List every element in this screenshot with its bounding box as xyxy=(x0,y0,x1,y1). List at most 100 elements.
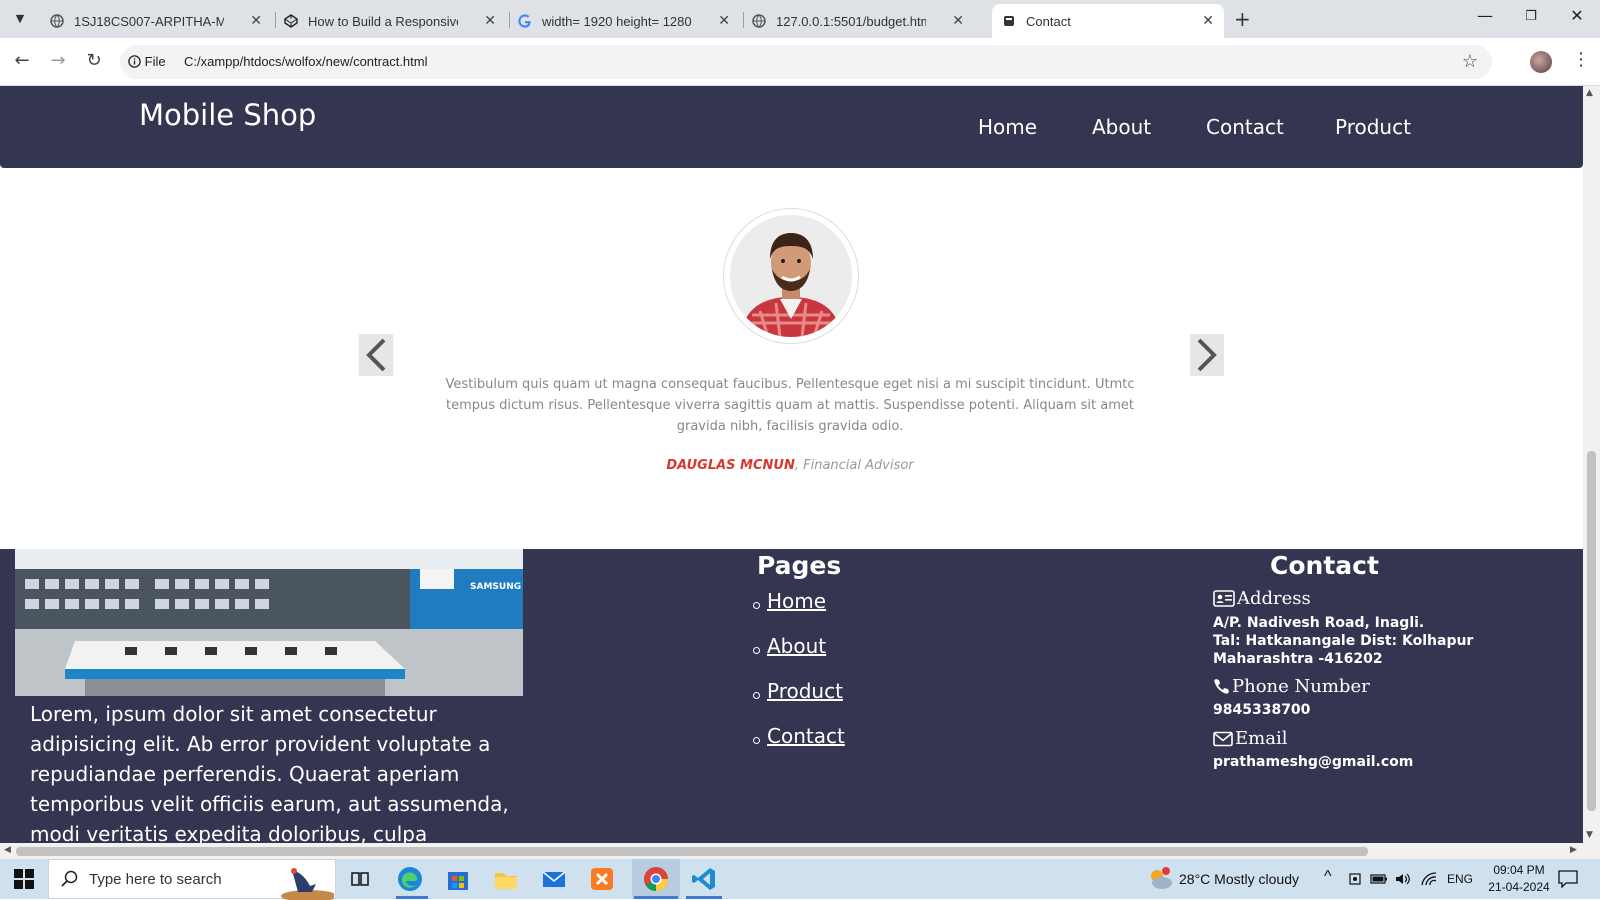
mail-icon[interactable] xyxy=(540,865,568,893)
scrollbar-thumb[interactable] xyxy=(16,847,1368,856)
address-line: A/P. Nadivesh Road, Inagli. xyxy=(1213,615,1425,631)
tab-title: How to Build a Responsive Bo xyxy=(308,14,458,29)
footer-link-home[interactable]: Home xyxy=(767,589,826,613)
author-role: , Financial Advisor xyxy=(794,458,914,473)
restore-button[interactable]: ❐ xyxy=(1516,9,1546,24)
tab-pdf[interactable]: 1SJ18CS007-ARPITHA-M.pdf ✕ xyxy=(40,4,272,38)
footer-page-item: About xyxy=(750,634,845,679)
xampp-icon[interactable] xyxy=(588,865,616,893)
weather-cloud-icon[interactable] xyxy=(1146,866,1174,892)
site-info-button[interactable]: File xyxy=(128,54,166,69)
scrollbar-thumb[interactable] xyxy=(1587,451,1596,811)
footer-link-about[interactable]: About xyxy=(767,634,826,658)
tab-title: 1SJ18CS007-ARPITHA-M.pdf xyxy=(74,14,224,29)
phone-heading: Phone Number xyxy=(1213,676,1370,697)
phone-number: 9845338700 xyxy=(1213,702,1311,718)
profile-avatar[interactable] xyxy=(1530,51,1552,73)
tray-chevron-up-icon[interactable]: ^ xyxy=(1324,868,1332,886)
footer-about-text: Lorem, ipsum dolor sit amet consectetur … xyxy=(30,702,509,843)
battery-icon[interactable] xyxy=(1370,872,1388,886)
clock-date: 21-04-2024 xyxy=(1488,880,1550,894)
bookmark-star-icon[interactable]: ☆ xyxy=(1462,51,1478,72)
language-indicator[interactable]: ENG xyxy=(1447,872,1473,886)
weather-text[interactable]: 28°C Mostly cloudy xyxy=(1179,871,1299,887)
edge-icon[interactable] xyxy=(396,865,424,893)
search-placeholder: Type here to search xyxy=(89,871,222,888)
close-tab-icon[interactable]: ✕ xyxy=(1202,12,1214,29)
store-icon[interactable] xyxy=(444,865,472,893)
phone-label: Phone Number xyxy=(1232,676,1370,697)
scroll-right-icon[interactable]: ▶ xyxy=(1570,845,1577,855)
nav-home[interactable]: Home xyxy=(978,115,1037,139)
close-tab-icon[interactable]: ✕ xyxy=(952,12,964,29)
reload-button[interactable]: ↻ xyxy=(82,50,106,71)
testimonial-quote: Vestibulum quis quam ut magna consequat … xyxy=(445,377,1135,434)
site-navbar: Mobile Shop Home About Contact Product xyxy=(0,86,1583,168)
close-tab-icon[interactable]: ✕ xyxy=(250,12,262,29)
new-tab-button[interactable]: + xyxy=(1234,7,1251,31)
tab-responsive[interactable]: How to Build a Responsive Bo ✕ xyxy=(274,4,506,38)
tab-title: 127.0.0.1:5501/budget.html xyxy=(776,14,926,29)
email-label: Email xyxy=(1235,728,1288,749)
footer-page-item: Home xyxy=(750,589,845,634)
page-icon xyxy=(1004,16,1014,26)
address-line: Tal: Hatkanangale Dist: Kolhapur xyxy=(1213,633,1474,649)
taskbar-clock[interactable]: 09:04 PM 21-04-2024 xyxy=(1482,862,1556,896)
chevron-left-icon xyxy=(366,338,386,372)
footer-link-product[interactable]: Product xyxy=(767,679,843,703)
codepen-icon xyxy=(284,14,298,28)
horizontal-scrollbar[interactable]: ◀ ▶ xyxy=(0,843,1600,859)
tab-contact[interactable]: Contact ✕ xyxy=(992,4,1224,38)
envelope-icon xyxy=(1213,731,1233,747)
tab-title: width= 1920 height= 1280 con xyxy=(542,14,692,29)
carousel-prev-button[interactable] xyxy=(359,334,393,376)
brand-logo[interactable]: Mobile Shop xyxy=(139,98,316,132)
pages-heading: Pages xyxy=(757,551,842,580)
toolbar: ← → ↻ File C:/xampp/htdocs/wolfox/new/co… xyxy=(0,38,1600,86)
file-explorer-icon[interactable] xyxy=(492,865,520,893)
person-photo xyxy=(730,215,852,337)
nav-about[interactable]: About xyxy=(1092,115,1151,139)
wifi-icon[interactable] xyxy=(1420,871,1438,887)
tab-budget[interactable]: 127.0.0.1:5501/budget.html ✕ xyxy=(742,4,974,38)
url-text[interactable]: C:/xampp/htdocs/wolfox/new/contract.html xyxy=(184,54,428,69)
volume-icon[interactable] xyxy=(1394,871,1412,887)
tab-google[interactable]: width= 1920 height= 1280 con ✕ xyxy=(508,4,740,38)
search-highlight-bird-icon xyxy=(281,868,334,900)
forward-button[interactable]: → xyxy=(46,50,70,71)
scroll-left-icon[interactable]: ◀ xyxy=(4,845,11,855)
tab-search-button[interactable]: ▼ xyxy=(8,8,32,30)
carousel-next-button[interactable] xyxy=(1190,334,1224,376)
minimize-button[interactable]: — xyxy=(1470,6,1500,25)
store-sign: SAMSUNG xyxy=(470,582,521,592)
close-tab-icon[interactable]: ✕ xyxy=(484,12,496,29)
task-view-icon[interactable] xyxy=(346,865,374,893)
search-icon xyxy=(61,870,78,887)
chrome-icon[interactable] xyxy=(642,865,670,893)
nav-contact[interactable]: Contact xyxy=(1206,115,1284,139)
footer-link-contact[interactable]: Contact xyxy=(767,724,845,748)
vertical-scrollbar[interactable]: ▲ ▼ xyxy=(1583,86,1600,843)
close-tab-icon[interactable]: ✕ xyxy=(718,12,730,29)
address-heading: Address xyxy=(1213,588,1311,609)
windows-start-icon[interactable] xyxy=(14,869,34,889)
address-card-icon xyxy=(1213,590,1235,607)
google-icon xyxy=(518,14,531,28)
notification-icon[interactable] xyxy=(1558,870,1578,888)
back-button[interactable]: ← xyxy=(10,50,34,71)
close-window-button[interactable]: ✕ xyxy=(1562,6,1592,25)
page-viewport: Vestibulum quis quam ut magna consequat … xyxy=(0,86,1583,843)
meet-now-icon[interactable] xyxy=(1348,872,1362,886)
address-bar[interactable]: File C:/xampp/htdocs/wolfox/new/contract… xyxy=(120,45,1492,79)
globe-icon xyxy=(752,14,766,28)
testimonial-avatar xyxy=(723,208,859,344)
taskbar-search-box[interactable]: Type here to search xyxy=(48,859,336,900)
store-image: SAMSUNG xyxy=(15,549,523,696)
email-heading: Email xyxy=(1213,728,1287,749)
vscode-icon[interactable] xyxy=(690,865,718,893)
phone-icon xyxy=(1214,679,1229,694)
scroll-down-icon[interactable]: ▼ xyxy=(1586,830,1593,840)
scroll-up-icon[interactable]: ▲ xyxy=(1586,88,1593,98)
nav-product[interactable]: Product xyxy=(1335,115,1411,139)
menu-kebab-icon[interactable]: ⋮ xyxy=(1572,49,1590,70)
